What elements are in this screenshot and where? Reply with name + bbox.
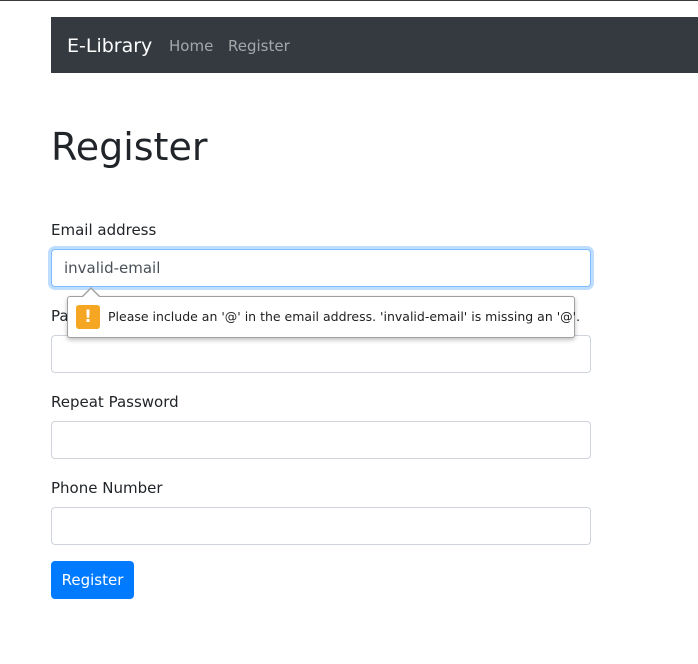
password-label: Pa [51,307,69,325]
page-title: Register [51,125,208,169]
register-button[interactable]: Register [51,561,134,599]
email-input[interactable] [51,249,591,287]
phone-label: Phone Number [51,479,163,497]
repeat-password-label: Repeat Password [51,393,179,411]
window-top-border [0,0,698,1]
warning-icon: ! [76,305,100,329]
repeat-password-input[interactable] [51,421,591,459]
navbar-brand[interactable]: E-Library [67,33,152,59]
tooltip-arrow-fill [82,289,100,298]
phone-input[interactable] [51,507,591,545]
password-input[interactable] [51,335,591,373]
email-label: Email address [51,221,157,239]
validation-tooltip: ! Please include an '@' in the email add… [67,287,580,338]
validation-message: Please include an '@' in the email addre… [108,309,581,324]
nav-link-register[interactable]: Register [228,37,290,55]
nav-link-home[interactable]: Home [169,37,213,55]
navbar: E-Library Home Register [51,17,698,73]
